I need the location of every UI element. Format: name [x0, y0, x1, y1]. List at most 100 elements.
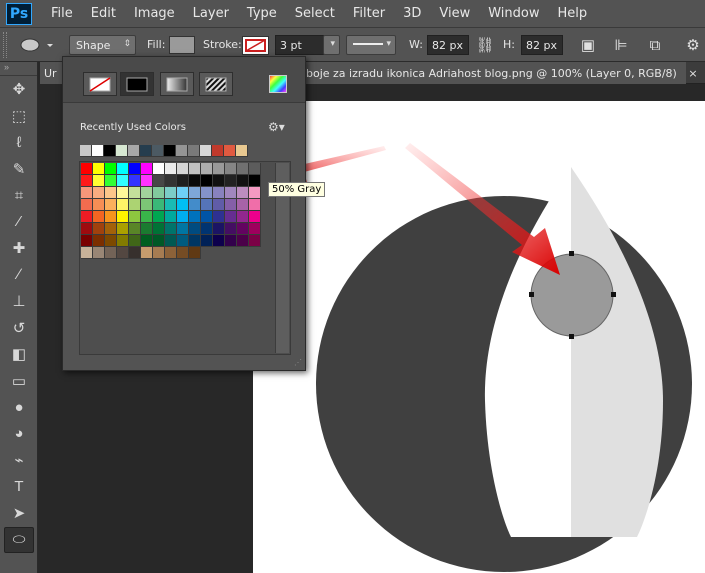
- pattern-fill-button[interactable]: [199, 72, 233, 96]
- color-swatch[interactable]: [213, 211, 225, 223]
- color-swatch[interactable]: [93, 199, 105, 211]
- color-swatch[interactable]: [165, 187, 177, 199]
- color-swatch[interactable]: [177, 199, 189, 211]
- color-swatch[interactable]: [141, 163, 153, 175]
- recent-color-swatch[interactable]: [164, 145, 176, 157]
- color-swatch[interactable]: [153, 211, 165, 223]
- color-swatch[interactable]: [153, 235, 165, 247]
- recent-color-swatch[interactable]: [188, 145, 200, 157]
- color-swatch[interactable]: [201, 235, 213, 247]
- recent-color-swatch[interactable]: [152, 145, 164, 157]
- color-swatch[interactable]: [81, 247, 93, 259]
- color-swatch[interactable]: [177, 235, 189, 247]
- color-swatch[interactable]: [153, 163, 165, 175]
- color-swatch[interactable]: [117, 211, 129, 223]
- color-swatch[interactable]: [189, 163, 201, 175]
- color-swatch[interactable]: [129, 247, 141, 259]
- recent-color-swatch[interactable]: [92, 145, 104, 157]
- color-swatch[interactable]: [93, 223, 105, 235]
- color-swatch[interactable]: [105, 187, 117, 199]
- color-swatch[interactable]: [237, 187, 249, 199]
- color-swatch[interactable]: [153, 223, 165, 235]
- color-swatch[interactable]: [249, 235, 261, 247]
- color-swatch[interactable]: [129, 199, 141, 211]
- color-swatch[interactable]: [249, 187, 261, 199]
- color-swatch[interactable]: [177, 175, 189, 187]
- color-swatch[interactable]: [177, 223, 189, 235]
- color-swatch[interactable]: [141, 187, 153, 199]
- recent-color-swatch[interactable]: [212, 145, 224, 157]
- color-swatch[interactable]: [213, 187, 225, 199]
- color-swatch[interactable]: [129, 223, 141, 235]
- color-swatch[interactable]: [189, 211, 201, 223]
- color-swatch[interactable]: [249, 211, 261, 223]
- color-swatch[interactable]: [213, 199, 225, 211]
- color-swatch[interactable]: [81, 199, 93, 211]
- color-swatch[interactable]: [177, 163, 189, 175]
- color-swatch[interactable]: [129, 235, 141, 247]
- color-swatch[interactable]: [237, 175, 249, 187]
- color-swatch[interactable]: [177, 187, 189, 199]
- color-swatch[interactable]: [237, 223, 249, 235]
- color-swatch[interactable]: [237, 211, 249, 223]
- color-swatch[interactable]: [105, 235, 117, 247]
- color-swatch[interactable]: [129, 175, 141, 187]
- color-swatch[interactable]: [237, 163, 249, 175]
- color-swatch[interactable]: [93, 187, 105, 199]
- color-swatch[interactable]: [117, 247, 129, 259]
- color-swatch[interactable]: [165, 211, 177, 223]
- recent-color-swatch[interactable]: [116, 145, 128, 157]
- color-swatch[interactable]: [117, 163, 129, 175]
- color-swatch[interactable]: [225, 187, 237, 199]
- color-swatch[interactable]: [129, 163, 141, 175]
- color-swatch[interactable]: [117, 235, 129, 247]
- color-swatch[interactable]: [225, 223, 237, 235]
- color-swatch[interactable]: [93, 247, 105, 259]
- color-swatch[interactable]: [225, 175, 237, 187]
- color-swatch[interactable]: [141, 175, 153, 187]
- color-swatch[interactable]: [213, 223, 225, 235]
- color-swatch[interactable]: [249, 199, 261, 211]
- recent-color-swatch[interactable]: [128, 145, 140, 157]
- color-swatch[interactable]: [93, 175, 105, 187]
- color-swatch[interactable]: [189, 175, 201, 187]
- color-swatch[interactable]: [201, 175, 213, 187]
- color-picker-icon[interactable]: [269, 75, 287, 93]
- color-swatch[interactable]: [81, 175, 93, 187]
- color-swatch[interactable]: [105, 223, 117, 235]
- color-swatch[interactable]: [105, 175, 117, 187]
- color-swatch[interactable]: [249, 163, 261, 175]
- color-swatch[interactable]: [117, 175, 129, 187]
- color-swatch[interactable]: [165, 247, 177, 259]
- color-swatch[interactable]: [81, 223, 93, 235]
- gradient-fill-button[interactable]: [160, 72, 194, 96]
- color-swatch[interactable]: [105, 163, 117, 175]
- color-swatch[interactable]: [81, 187, 93, 199]
- color-swatch[interactable]: [237, 199, 249, 211]
- color-swatch[interactable]: [237, 235, 249, 247]
- color-swatch[interactable]: [141, 235, 153, 247]
- color-swatch[interactable]: [189, 199, 201, 211]
- resize-grip-icon[interactable]: ⋰: [294, 358, 302, 367]
- recent-color-swatch[interactable]: [80, 145, 92, 157]
- color-swatch[interactable]: [165, 199, 177, 211]
- color-swatch[interactable]: [129, 211, 141, 223]
- color-swatch[interactable]: [141, 211, 153, 223]
- color-swatch[interactable]: [177, 211, 189, 223]
- color-swatch[interactable]: [213, 163, 225, 175]
- color-swatch[interactable]: [117, 199, 129, 211]
- color-swatch[interactable]: [81, 211, 93, 223]
- color-swatch[interactable]: [129, 187, 141, 199]
- recent-color-swatch[interactable]: [104, 145, 116, 157]
- color-swatch[interactable]: [177, 247, 189, 259]
- color-swatch[interactable]: [93, 211, 105, 223]
- color-swatch[interactable]: [105, 211, 117, 223]
- recent-color-swatch[interactable]: [224, 145, 236, 157]
- color-swatch[interactable]: [141, 247, 153, 259]
- color-swatch[interactable]: [201, 199, 213, 211]
- color-swatch[interactable]: [141, 199, 153, 211]
- color-swatch[interactable]: [81, 163, 93, 175]
- color-swatch[interactable]: [105, 199, 117, 211]
- color-swatch[interactable]: [249, 223, 261, 235]
- color-swatch[interactable]: [225, 211, 237, 223]
